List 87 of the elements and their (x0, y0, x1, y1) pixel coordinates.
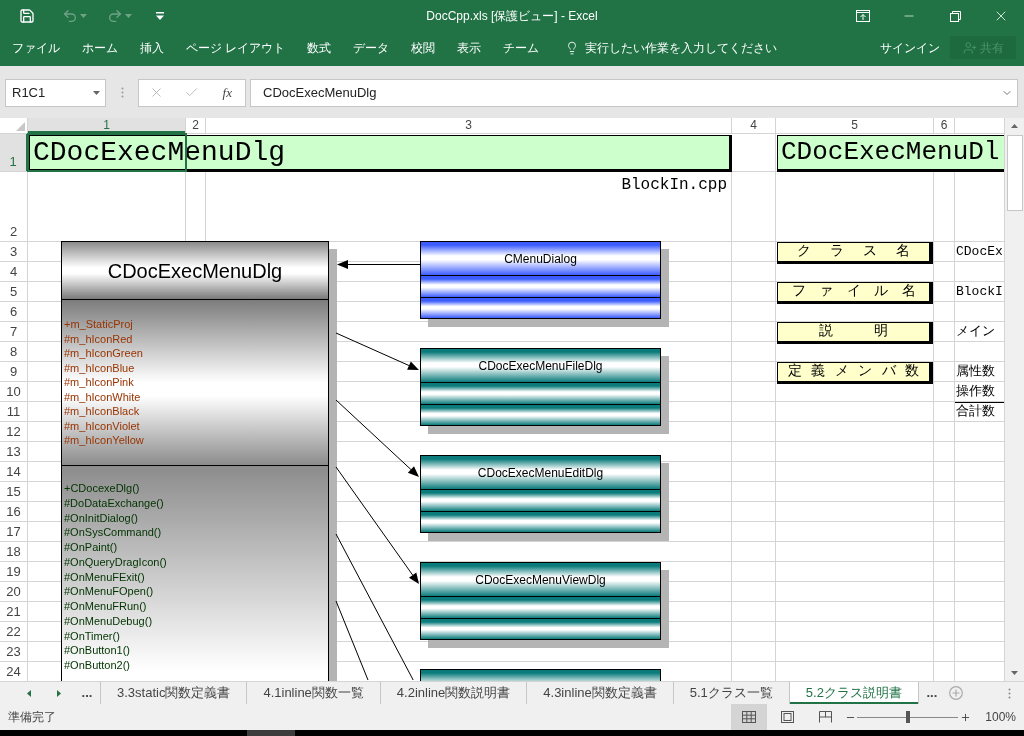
class-name: CDocExecMenuEditDlg (477, 464, 604, 481)
label-cell: 説明 (777, 322, 933, 344)
ribbon-tab[interactable]: ファイル (8, 36, 64, 60)
scrollbar-thumb[interactable] (1006, 135, 1023, 211)
attribute-text: +m_StaticProj (64, 317, 133, 332)
customize-icon (156, 12, 164, 20)
ribbon-tab[interactable]: ページ レイアウト (182, 36, 290, 60)
triangle-icon (16, 122, 25, 131)
attribute-text: #m_hIconYellow (64, 433, 144, 448)
slider-thumb[interactable] (905, 711, 910, 723)
attribute-text: #m_hIconWhite (64, 389, 141, 404)
ribbon-tab[interactable]: 表示 (453, 36, 486, 60)
ribbon-tab[interactable]: 数式 (303, 36, 336, 60)
class-name: CMenuDialog (504, 250, 577, 267)
ribbon-tab[interactable]: 挿入 (136, 36, 168, 60)
name-box[interactable]: R1C1 (5, 78, 106, 107)
attribute-text: #m_hIconPink (64, 375, 134, 390)
function-button[interactable]: fx (216, 81, 239, 104)
attribute-text: #m_hIconBlue (64, 360, 135, 375)
operation-text: #OnSysCommand() (64, 525, 162, 540)
label-cell: クラス名 (777, 242, 933, 264)
file-name-text: BlockIn.cpp (621, 175, 728, 195)
value-text: メイン (955, 323, 995, 341)
grip-icon[interactable] (1007, 687, 1011, 699)
more-sheets-button[interactable]: ... (74, 682, 100, 704)
label-cell: 定義メンバ数 (777, 362, 933, 384)
row-header[interactable]: 1 (0, 134, 28, 171)
operation-text: #OnTimer() (64, 628, 120, 644)
operation-text: #OnMenuFOpen() (64, 584, 154, 599)
attribute-text: #m_hIconViolet (64, 418, 140, 433)
page-icon (780, 711, 794, 723)
more-sheets-button[interactable]: ... (918, 682, 945, 704)
zoom-slider[interactable] (857, 710, 959, 724)
undo-icon (62, 8, 78, 24)
value-text: 合計数 (955, 403, 995, 421)
status-text: 準備完了 (7, 709, 56, 726)
attribute-text: #m_hIconRed (64, 331, 133, 346)
operation-text: #OnMenuFExit() (64, 569, 145, 585)
caret-icon (125, 14, 132, 18)
save-icon (19, 8, 35, 24)
ribbon-options-icon (856, 10, 870, 22)
grid-icon (742, 711, 757, 723)
sheet-tab[interactable]: 5.2クラス説明書 (788, 682, 918, 704)
attribute-text: #m_hIconBlack (64, 404, 140, 419)
tell-me-button[interactable]: 実行したい作業を入力してください (565, 36, 778, 60)
value-text: CDocEx (955, 243, 1003, 261)
view-button[interactable] (731, 704, 768, 730)
redo-icon (107, 8, 123, 24)
class-name: CDocExecMenuDlg (107, 258, 283, 283)
ribbon-tab[interactable]: データ (349, 36, 394, 60)
sign-in-link[interactable]: サインイン (880, 36, 940, 60)
ribbon-tab[interactable]: 校閲 (407, 36, 440, 60)
operation-text: #OnMenuDebug() (64, 613, 153, 629)
caret-icon (80, 14, 87, 18)
operation-text: #OnMenuFRun() (64, 599, 147, 614)
caret-right-icon (57, 689, 61, 697)
class-name: CDocExecMenuViewDlg (475, 571, 606, 588)
person-icon (962, 40, 977, 55)
ribbon-tab[interactable]: チーム (499, 36, 544, 60)
value-text: BlockI (955, 283, 1003, 301)
attribute-text: #m_hIconGreen (64, 346, 143, 361)
caret-up-icon (1011, 124, 1018, 128)
label-cell: ファイル名 (777, 282, 933, 304)
zoom-level-text: 100% (985, 709, 1017, 726)
value-text: 属性数 (955, 363, 995, 381)
grip-icon[interactable] (120, 87, 124, 98)
ribbon-tab[interactable]: ホーム (78, 36, 122, 60)
plus-icon (959, 711, 971, 723)
caret-down-icon (1011, 671, 1018, 675)
restore-icon (949, 10, 961, 22)
operation-text: #OnButton2() (64, 658, 131, 673)
value-text: 操作数 (955, 383, 995, 401)
operation-text: #OnButton1() (64, 643, 131, 658)
operation-text: #OnInitDialog() (64, 510, 138, 526)
operation-text: +CDocexeDlg() (64, 481, 140, 496)
column-header[interactable]: 1 (28, 118, 186, 133)
window-title: DocCpp.xls [保護ビュー] - Excel (426, 8, 598, 24)
operation-text: #DoDataExchange() (64, 495, 164, 511)
page-break-icon (818, 711, 832, 723)
caret-left-icon (27, 689, 31, 697)
operation-text: #OnPaint() (64, 540, 118, 555)
operation-text: #OnQueryDragIcon() (64, 554, 167, 570)
title-cell: CDocExecMenuDl (777, 135, 1004, 172)
plus-circle-icon (948, 686, 963, 700)
caret-icon (93, 90, 100, 95)
class-name: CDocExecMenuFileDlg (478, 357, 603, 374)
formula-field[interactable]: CDocExecMenuDlg (250, 78, 1018, 107)
